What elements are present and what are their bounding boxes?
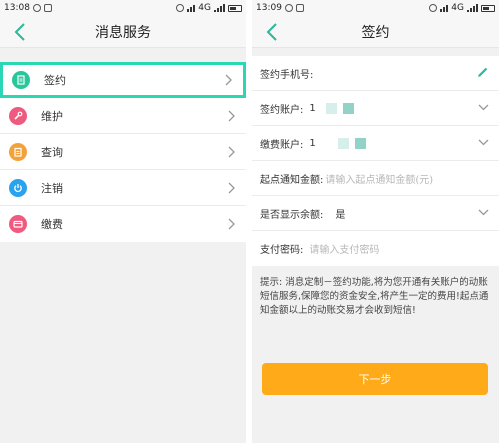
chevron-right-icon bbox=[224, 109, 238, 123]
cell-signal-icon bbox=[467, 4, 478, 12]
notification-icon bbox=[284, 4, 293, 12]
card-icon bbox=[9, 215, 27, 233]
show-balance-value: 是 bbox=[335, 209, 346, 221]
nav-bar: 消息服务 bbox=[0, 16, 246, 48]
show-balance-row[interactable]: 是否显示余额: 是 bbox=[252, 196, 499, 231]
wifi-signal-icon bbox=[440, 4, 449, 12]
password-label: 支付密码: bbox=[260, 245, 304, 256]
network-type: 4G bbox=[198, 3, 211, 13]
chevron-right-icon bbox=[224, 145, 238, 159]
service-menu: 签约 维护 查询 注销 缴费 bbox=[0, 62, 246, 242]
cell-signal-icon bbox=[214, 4, 225, 12]
back-button[interactable] bbox=[8, 20, 32, 44]
status-bar: 13:08 4G bbox=[0, 0, 246, 16]
clipboard-icon bbox=[9, 142, 27, 161]
page-title: 消息服务 bbox=[95, 24, 151, 41]
notification-icon bbox=[295, 4, 304, 12]
alarm-icon bbox=[429, 4, 438, 12]
back-arrow-icon bbox=[266, 23, 277, 41]
threshold-row[interactable]: 起点通知金额: 请输入起点通知金额(元) bbox=[252, 161, 499, 196]
masked-digits bbox=[342, 102, 354, 114]
menu-item-label: 查询 bbox=[41, 145, 63, 159]
back-arrow-icon bbox=[14, 23, 25, 41]
chevron-down-icon[interactable] bbox=[478, 138, 489, 149]
menu-item-label: 签约 bbox=[44, 74, 66, 87]
phone-label: 签约手机号: bbox=[260, 69, 314, 81]
fee-account-row[interactable]: 缴费账户: 1 bbox=[252, 126, 499, 161]
masked-digits bbox=[337, 137, 349, 149]
menu-item-label: 注销 bbox=[41, 181, 63, 195]
right-screen: 13:09 4G 签约 签约手机号: 签约账户: 1 缴费账户: 1 起点通知金… bbox=[252, 0, 499, 443]
document-icon bbox=[12, 71, 30, 89]
power-icon bbox=[9, 178, 27, 197]
chevron-right-icon bbox=[221, 73, 235, 87]
wifi-signal-icon bbox=[187, 4, 196, 12]
show-balance-label: 是否显示余额: bbox=[260, 209, 324, 221]
battery-icon bbox=[228, 4, 242, 12]
back-button[interactable] bbox=[260, 20, 284, 44]
menu-item-sign[interactable]: 签约 bbox=[0, 62, 246, 98]
page-title: 签约 bbox=[361, 24, 390, 41]
notification-icon bbox=[43, 4, 52, 12]
fee-account-label: 缴费账户: bbox=[260, 139, 304, 151]
chevron-down-icon[interactable] bbox=[478, 208, 489, 219]
chevron-right-icon bbox=[224, 181, 238, 195]
status-time: 13:09 bbox=[256, 3, 282, 13]
account-row[interactable]: 签约账户: 1 bbox=[252, 91, 499, 126]
menu-item-payment[interactable]: 缴费 bbox=[0, 206, 246, 242]
menu-item-label: 缴费 bbox=[41, 218, 63, 231]
sign-form: 签约手机号: 签约账户: 1 缴费账户: 1 起点通知金额: 请输入起点通知金额… bbox=[252, 56, 499, 266]
masked-digits bbox=[354, 137, 366, 149]
chevron-right-icon bbox=[224, 217, 238, 231]
fee-account-value: 1 bbox=[309, 137, 316, 149]
status-time: 13:08 bbox=[4, 3, 30, 13]
menu-item-cancel[interactable]: 注销 bbox=[0, 170, 246, 206]
menu-item-label: 维护 bbox=[41, 109, 63, 123]
notification-icon bbox=[32, 4, 41, 12]
password-row[interactable]: 支付密码: 请输入支付密码 bbox=[252, 231, 499, 266]
menu-item-query[interactable]: 查询 bbox=[0, 134, 246, 170]
phone-row[interactable]: 签约手机号: bbox=[252, 56, 499, 91]
network-type: 4G bbox=[451, 3, 464, 13]
masked-digits bbox=[325, 102, 337, 114]
next-step-button[interactable]: 下一步 bbox=[262, 363, 488, 395]
battery-icon bbox=[481, 4, 495, 12]
nav-bar: 签约 bbox=[252, 16, 499, 48]
edit-pencil-icon[interactable] bbox=[477, 66, 489, 81]
account-value: 1 bbox=[309, 102, 316, 114]
threshold-label: 起点通知金额: bbox=[260, 174, 324, 186]
menu-item-maintain[interactable]: 维护 bbox=[0, 98, 246, 134]
left-screen: 13:08 4G 消息服务 签约 维护 查询 注销 缴费 bbox=[0, 0, 246, 443]
alarm-icon bbox=[176, 4, 185, 12]
password-input[interactable]: 请输入支付密码 bbox=[309, 241, 379, 256]
status-bar: 13:09 4G bbox=[252, 0, 499, 16]
hint-text: 提示: 消息定制－签约功能,将为您开通有关账户的动账短信服务,保障您的资金安全,… bbox=[260, 277, 489, 316]
chevron-down-icon[interactable] bbox=[478, 103, 489, 114]
threshold-input[interactable]: 请输入起点通知金额(元) bbox=[325, 171, 433, 186]
account-label: 签约账户: bbox=[260, 104, 304, 116]
wrench-icon bbox=[9, 106, 27, 125]
